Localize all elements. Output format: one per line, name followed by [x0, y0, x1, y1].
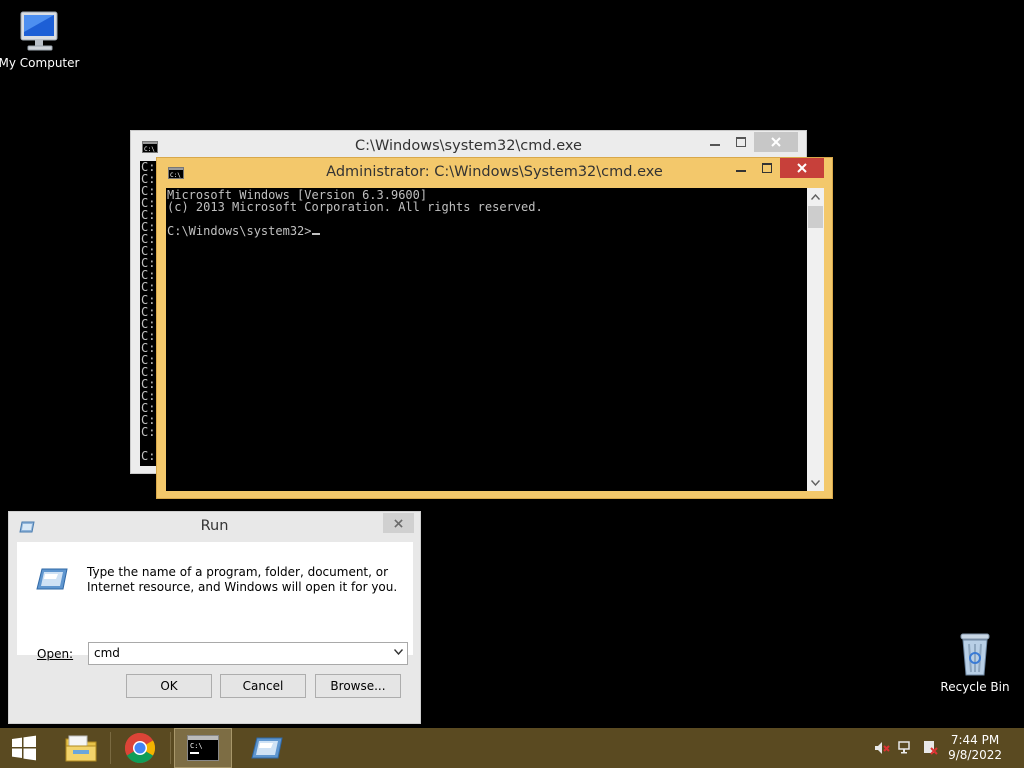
close-icon: [771, 137, 781, 147]
taskbar-separator: [110, 732, 111, 764]
console-prompt-line: C:\Windows\system32>: [167, 225, 807, 237]
chrome-icon: [124, 733, 155, 764]
taskbar-file-explorer[interactable]: [53, 728, 108, 768]
console-line: (c) 2013 Microsoft Corporation. All righ…: [167, 200, 543, 214]
desktop-icon-label: My Computer: [0, 56, 80, 70]
taskbar-command-prompt[interactable]: C:\: [174, 728, 232, 768]
desktop-icon-my-computer[interactable]: My Computer: [0, 8, 81, 70]
console-prompt: C:\Windows\system32>: [167, 224, 312, 238]
console-line-prefix: C:: [141, 340, 156, 355]
speaker-muted-icon[interactable]: [874, 740, 890, 756]
maximize-icon: [736, 137, 746, 147]
open-combobox[interactable]: cmd: [88, 642, 408, 665]
vertical-scrollbar[interactable]: [807, 188, 824, 491]
run-dialog[interactable]: Run Type the name of a program, folder, …: [8, 511, 421, 724]
minimize-icon: [710, 144, 720, 146]
chevron-down-icon: [811, 479, 820, 486]
action-center-icon[interactable]: [922, 740, 938, 756]
minimize-button[interactable]: [702, 132, 728, 152]
scroll-down-button[interactable]: [807, 474, 824, 491]
desktop-icon-recycle-bin[interactable]: Recycle Bin: [933, 630, 1017, 694]
desktop-icon-label: Recycle Bin: [940, 680, 1010, 694]
minimize-button[interactable]: [728, 158, 754, 178]
cancel-button[interactable]: Cancel: [220, 674, 306, 698]
recycle-bin-icon: [960, 633, 990, 676]
file-explorer-icon: [65, 735, 96, 762]
run-panel: Type the name of a program, folder, docu…: [17, 542, 413, 665]
taskbar-run[interactable]: [238, 728, 296, 768]
maximize-button[interactable]: [754, 158, 780, 178]
computer-icon: [20, 11, 58, 51]
close-icon: [797, 163, 807, 173]
taskbar-separator: [170, 732, 171, 764]
network-icon[interactable]: [898, 740, 914, 756]
maximize-icon: [762, 163, 772, 173]
maximize-button[interactable]: [728, 132, 754, 152]
clock-time: 7:44 PM: [950, 733, 1000, 747]
start-button[interactable]: [0, 728, 48, 768]
chevron-down-icon[interactable]: [394, 649, 403, 655]
close-button[interactable]: [780, 158, 824, 178]
console-line-prefix: C:: [141, 292, 156, 307]
ok-button[interactable]: OK: [126, 674, 212, 698]
scroll-thumb[interactable]: [808, 206, 823, 228]
command-prompt-icon: C:\: [187, 735, 219, 761]
close-icon: [394, 518, 403, 528]
dialog-title: Run: [200, 518, 229, 534]
close-button[interactable]: [754, 132, 798, 152]
taskbar-chrome[interactable]: [112, 728, 167, 768]
console-line-prefix: C:: [141, 449, 156, 464]
console-line-prefix: C:: [141, 280, 156, 295]
taskbar: C:\ 7:44 PM 9/8/2022: [0, 728, 1024, 768]
console-window-admin[interactable]: C:\ Administrator: C:\Windows\System32\c…: [156, 157, 833, 499]
minimize-icon: [736, 170, 746, 172]
title-bar[interactable]: Run: [9, 512, 420, 542]
run-description: Type the name of a program, folder, docu…: [87, 565, 398, 594]
console-line-prefix: C:: [141, 316, 156, 331]
console-output[interactable]: Microsoft Windows [Version 6.3.9600] (c) …: [166, 188, 807, 491]
console-line-prefix: C:: [141, 352, 156, 367]
title-bar[interactable]: C:\ Administrator: C:\Windows\System32\c…: [157, 158, 832, 188]
open-input-value[interactable]: cmd: [94, 646, 120, 660]
browse-button[interactable]: Browse...: [315, 674, 401, 698]
svg-text:C:\: C:\: [190, 742, 203, 750]
open-label: Open:: [37, 647, 74, 661]
text-cursor: [311, 233, 320, 235]
run-icon: [36, 568, 68, 590]
console-line-prefix: C:: [141, 304, 156, 319]
clock-date: 9/8/2022: [948, 748, 1002, 762]
console-line-prefix: C:: [141, 328, 156, 343]
scroll-up-button[interactable]: [807, 188, 824, 205]
close-button[interactable]: [383, 513, 414, 533]
chevron-up-icon: [811, 193, 820, 200]
start-icon: [12, 735, 36, 761]
taskbar-clock[interactable]: 7:44 PM 9/8/2022: [948, 733, 1002, 763]
run-icon: [251, 737, 283, 759]
console-output[interactable]: C: C: C: C: C: C: C: C: C: C: C: C: C: C: C: C: C: C: C: C:…: [140, 161, 156, 466]
